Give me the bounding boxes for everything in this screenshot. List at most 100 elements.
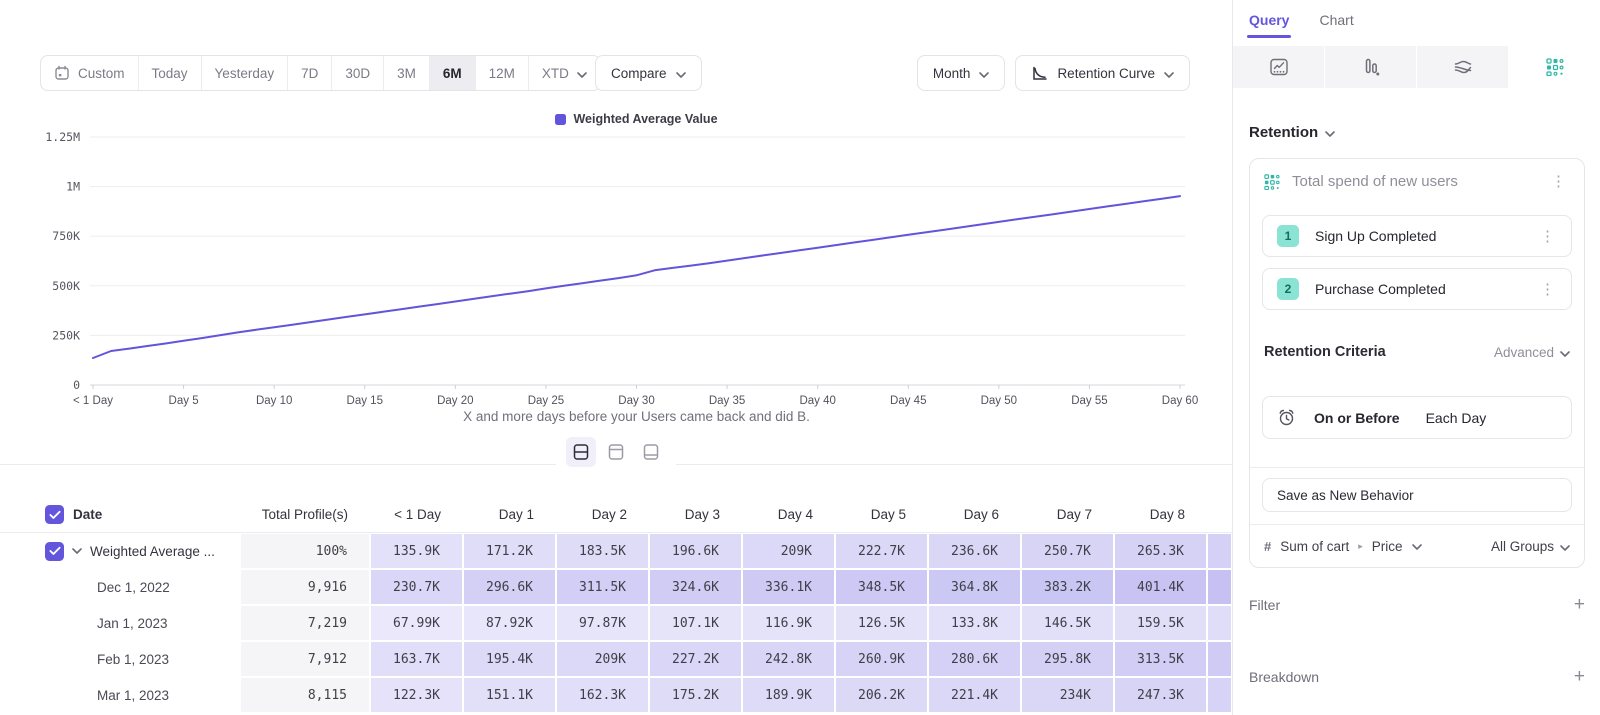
retention-value-cell[interactable]: 401.4K (1114, 569, 1207, 605)
tab-query[interactable]: Query (1249, 12, 1289, 38)
range-today[interactable]: Today (139, 56, 202, 90)
retention-value-cell[interactable]: 324.6K (649, 569, 742, 605)
retention-value-cell[interactable]: 336.1K (742, 569, 835, 605)
retention-value-cell[interactable]: 116.9K (742, 605, 835, 641)
chart-legend: Weighted Average Value (93, 112, 1180, 126)
retention-value-cell[interactable]: 146.5K (1021, 605, 1114, 641)
range-3m[interactable]: 3M (384, 56, 430, 90)
retention-value-cell-partial (1207, 677, 1232, 713)
retention-value-cell[interactable]: 222.7K (835, 533, 928, 569)
retention-section-header[interactable]: Retention (1249, 124, 1335, 141)
retention-value-cell[interactable]: 171.2K (463, 533, 556, 569)
measure-property-dropdown[interactable]: Price (1372, 539, 1403, 554)
range-30d[interactable]: 30D (332, 56, 384, 90)
retention-value-cell[interactable]: 383.2K (1021, 569, 1114, 605)
retention-value-cell[interactable]: 87.92K (463, 605, 556, 641)
total-profiles-cell: 7,219 (240, 605, 370, 641)
retention-value-cell[interactable]: 163.7K (370, 641, 463, 677)
retention-value-cell[interactable]: 311.5K (556, 569, 649, 605)
retention-value-cell[interactable]: 242.8K (742, 641, 835, 677)
report-type-insights[interactable] (1233, 46, 1325, 88)
measure-dropdown[interactable]: Sum of cart (1280, 539, 1349, 554)
kebab-menu-icon[interactable]: ⋮ (1547, 172, 1570, 191)
behavior-step-1[interactable]: 1Sign Up Completed⋮ (1262, 215, 1572, 257)
retention-value-cell[interactable]: 107.1K (649, 605, 742, 641)
row-expander-chevron-icon[interactable] (72, 548, 82, 554)
retention-value-cell[interactable]: 296.6K (463, 569, 556, 605)
retention-value-cell[interactable]: 265.3K (1114, 533, 1207, 569)
retention-value-cell[interactable]: 247.3K (1114, 677, 1207, 713)
retention-value-cell[interactable]: 295.8K (1021, 641, 1114, 677)
retention-value-cell[interactable]: 364.8K (928, 569, 1021, 605)
range-12m[interactable]: 12M (476, 56, 529, 90)
retention-value-cell[interactable]: 260.9K (835, 641, 928, 677)
retention-value-cell[interactable]: 122.3K (370, 677, 463, 713)
retention-value-cell[interactable]: 313.5K (1114, 641, 1207, 677)
row-label-text: Weighted Average ... (90, 544, 215, 559)
table-header-day-5: Day 5 (835, 497, 928, 533)
tab-chart[interactable]: Chart (1319, 12, 1353, 38)
chart-only-view-toggle-button[interactable] (601, 437, 631, 467)
groups-dropdown[interactable]: All Groups (1491, 539, 1570, 554)
compare-button[interactable]: Compare (595, 55, 702, 91)
retention-value-cell[interactable]: 151.1K (463, 677, 556, 713)
range-xtd[interactable]: XTD (529, 56, 600, 90)
table-header--1-day: < 1 Day (370, 497, 463, 533)
kebab-menu-icon[interactable]: ⋮ (1536, 227, 1559, 246)
retention-value-cell[interactable]: 175.2K (649, 677, 742, 713)
table-row-label[interactable]: Dec 1, 2022 (0, 569, 240, 605)
range-7d[interactable]: 7D (288, 56, 332, 90)
retention-value-cell[interactable]: 227.2K (649, 641, 742, 677)
table-header-day-6: Day 6 (928, 497, 1021, 533)
add-breakdown-button[interactable]: + (1574, 667, 1585, 686)
report-type-funnels[interactable] (1325, 46, 1417, 88)
add-filter-button[interactable]: + (1574, 595, 1585, 614)
retention-value-cell[interactable]: 230.7K (370, 569, 463, 605)
retention-value-cell[interactable]: 67.99K (370, 605, 463, 641)
report-type-retention[interactable] (1509, 46, 1600, 88)
retention-value-cell[interactable]: 189.9K (742, 677, 835, 713)
retention-value-cell[interactable]: 162.3K (556, 677, 649, 713)
criteria-mode-dropdown[interactable]: Advanced (1494, 345, 1570, 360)
timing-card[interactable]: On or Before Each Day (1262, 396, 1572, 439)
retention-value-cell[interactable]: 234K (1021, 677, 1114, 713)
retention-value-cell[interactable]: 126.5K (835, 605, 928, 641)
retention-value-cell[interactable]: 236.6K (928, 533, 1021, 569)
granularity-button[interactable]: Month (917, 55, 1006, 91)
range-6m[interactable]: 6M (430, 56, 476, 90)
select-all-checkbox[interactable] (45, 505, 64, 524)
table-only-view-toggle-button[interactable] (636, 437, 666, 467)
row-checkbox[interactable] (45, 542, 64, 561)
y-axis-tick-label: 1.25M (45, 130, 80, 144)
chart-type-button[interactable]: Retention Curve (1015, 55, 1190, 91)
retention-value-cell[interactable]: 195.4K (463, 641, 556, 677)
retention-value-cell[interactable]: 135.9K (370, 533, 463, 569)
retention-value-cell[interactable]: 348.5K (835, 569, 928, 605)
table-row-label[interactable]: Jan 1, 2023 (0, 605, 240, 641)
range-yesterday[interactable]: Yesterday (202, 56, 289, 90)
split-view-toggle-button[interactable] (566, 437, 596, 467)
table-row-label[interactable]: Feb 1, 2023 (0, 641, 240, 677)
retention-value-cell[interactable]: 196.6K (649, 533, 742, 569)
table-row-label[interactable]: Mar 1, 2023 (0, 677, 240, 713)
save-as-new-behavior-button[interactable]: Save as New Behavior (1262, 478, 1572, 512)
retention-line-chart: 0250K500K750K1M1.25M< 1 DayDay 5Day 10Da… (0, 125, 1232, 425)
table-header-day-1: Day 1 (463, 497, 556, 533)
retention-value-cell[interactable]: 280.6K (928, 641, 1021, 677)
retention-value-cell[interactable]: 183.5K (556, 533, 649, 569)
retention-value-cell[interactable]: 97.87K (556, 605, 649, 641)
x-axis-tick-label: Day 50 (981, 395, 1017, 407)
retention-value-cell[interactable]: 133.8K (928, 605, 1021, 641)
table-row-label[interactable]: Weighted Average ... (0, 533, 240, 569)
retention-value-cell[interactable]: 206.2K (835, 677, 928, 713)
total-profiles-cell: 9,916 (240, 569, 370, 605)
behavior-step-2[interactable]: 2Purchase Completed⋮ (1262, 268, 1572, 310)
kebab-menu-icon[interactable]: ⋮ (1536, 280, 1559, 299)
retention-value-cell[interactable]: 159.5K (1114, 605, 1207, 641)
report-type-flows[interactable] (1417, 46, 1509, 88)
retention-value-cell[interactable]: 209K (556, 641, 649, 677)
retention-value-cell[interactable]: 221.4K (928, 677, 1021, 713)
retention-value-cell[interactable]: 209K (742, 533, 835, 569)
range-custom[interactable]: Custom (41, 56, 139, 90)
retention-value-cell[interactable]: 250.7K (1021, 533, 1114, 569)
